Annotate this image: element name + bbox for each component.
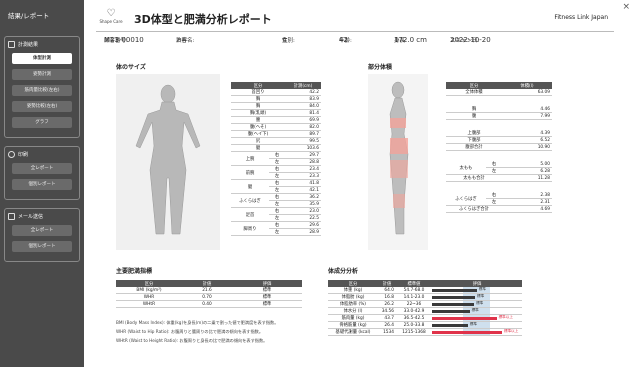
table-row: 腿右 41.8 <box>231 179 321 194</box>
body-front-figure <box>116 74 220 250</box>
eval-bar: 標準以上 <box>432 314 522 322</box>
table-row: 全体体積 63.09 <box>446 89 552 96</box>
eval-bar-fill <box>432 330 503 334</box>
eval-label: 標準以上 <box>504 329 519 333</box>
eval-label: 標準以上 <box>498 315 513 319</box>
table-row: ふくらはぎ合計 4.69 <box>446 205 552 213</box>
printer-icon <box>8 151 15 158</box>
body-side-figure <box>368 74 428 250</box>
close-button[interactable]: × <box>622 2 630 12</box>
table-row: 胸 84.0 <box>231 102 321 110</box>
eval-label: 標準 <box>478 287 486 291</box>
composition-table: 区分 計値 標準値 評価 体重 (kg) 64.0 54.7-68.0 標準 体脂肪 (kg… <box>328 280 522 336</box>
sidebar-section-results: 計測結果 体型計測 姿勢計測 筋肉量比較(左右) 姿勢比較(左右) グラフ <box>4 36 80 138</box>
eval-bar-fill <box>432 302 475 306</box>
table-row: 腹(へそ) 82.0 <box>231 123 321 131</box>
table-row: 胸(乳頭) 81.4 <box>231 109 321 117</box>
report-header: ♡ Shape Care 3D体型と肥満分析レポート Fitness Link J… <box>96 8 614 32</box>
table-row: 腹(ヘイ下) 89.7 <box>231 130 321 138</box>
table-row: 腹部合計 10.90 <box>446 143 552 151</box>
obesity-heading: 主要肥満指標 <box>116 268 153 275</box>
eval-bar: 標準 <box>432 300 522 308</box>
table-row: 脚周り右 29.6 <box>231 221 321 236</box>
customer-name: 渋谷 <box>176 38 188 44</box>
sidebar: 結果/レポート 計測結果 体型計測 姿勢計測 筋肉量比較(左右) 姿勢比較(左右… <box>0 0 84 367</box>
body-size-table: 区分 計測(cm) 首回り 42.2 胸 83.9 胸 84.0 胸(乳頭) 81.4 腰… <box>231 82 321 236</box>
brand-name: Fitness Link Japan <box>554 14 608 21</box>
sidebar-section-label: 計測結果 <box>18 42 39 48</box>
graph-button[interactable]: グラフ <box>12 117 72 128</box>
table-row: 太もも合計 11.28 <box>446 174 552 182</box>
table-row: WHtR 0.40 標準 <box>116 300 302 308</box>
eval-bar-fill <box>432 309 470 313</box>
customer-sex: 女 <box>282 38 288 44</box>
report-title: 3D体型と肥満分析レポート <box>134 13 272 26</box>
eval-label: 標準 <box>469 322 477 326</box>
print-single-button[interactable]: 個別レポート <box>12 179 72 190</box>
print-all-button[interactable]: 全レポート <box>12 163 72 174</box>
eval-bar: 標準以上 <box>432 328 522 336</box>
table-row: 前腕右 23.4 <box>231 165 321 180</box>
sidebar-section-label: メール送信 <box>18 214 44 220</box>
mail-icon <box>8 213 15 220</box>
table-row: 骨格筋量 (kg) 26.4 25.0-33.8 標準 <box>328 321 522 329</box>
body-measure-button[interactable]: 体型計測 <box>12 53 72 64</box>
obesity-notes: BMI (Body Mass Index): 体重(kg)を身長(m)の二乗で割… <box>116 320 279 343</box>
table-row: 体脂肪率 (%) 26.2 22~36 標準 <box>328 300 522 308</box>
eval-bar: 標準 <box>432 307 522 315</box>
sidebar-section-mail: メール送信 全レポート 個別レポート <box>4 208 80 262</box>
shape-care-logo: ♡ Shape Care <box>99 8 123 24</box>
eval-label: 標準 <box>477 294 485 298</box>
table-row: 基礎代謝量 (kcal) 1534 1215-1368 標準以上 <box>328 328 522 336</box>
sidebar-title: 結果/レポート <box>8 12 50 20</box>
eval-label: 標準 <box>476 301 484 305</box>
customer-info: 顧客番号: M23-00010 お客名: 渋谷 性別: 女 年齢: 42 身長:… <box>104 36 491 44</box>
table-row: 尻 99.5 <box>231 137 321 145</box>
sidebar-section-print: 印刷 全レポート 個別レポート <box>4 146 80 200</box>
partial-volume-table: 区分 体積(l) 全体体積 63.09 胸 4.46 腹 7.99 上腹部 4.39 下腹… <box>446 82 552 213</box>
table-row: 胸 83.9 <box>231 95 321 103</box>
table-row: 体水分 (l) 34.56 33.0-42.9 標準 <box>328 307 522 315</box>
body-size-heading: 体のサイズ <box>116 64 146 71</box>
eval-bar: 標準 <box>432 321 522 329</box>
report-area: × ♡ Shape Care 3D体型と肥満分析レポート Fitness Link… <box>88 0 634 367</box>
eval-bar-fill <box>432 316 497 320</box>
chart-icon <box>8 41 15 48</box>
table-row: 下腹部 6.52 <box>446 136 552 144</box>
table-row: 腹 7.99 <box>446 112 552 120</box>
posture-compare-button[interactable]: 姿勢比較(左右) <box>12 101 72 112</box>
mail-single-button[interactable]: 個別レポート <box>12 241 72 252</box>
posture-measure-button[interactable]: 姿勢計測 <box>12 69 72 80</box>
table-row: 腿 103.6 <box>231 144 321 152</box>
composition-heading: 体成分分析 <box>328 268 359 275</box>
table-row: 体脂肪 (kg) 16.8 14.1-23.0 標準 <box>328 293 522 301</box>
sidebar-section-label: 印刷 <box>18 152 29 158</box>
table-row: 腰 69.9 <box>231 116 321 124</box>
eval-bar: 標準 <box>432 293 522 301</box>
table-row: WHR 0.70 標準 <box>116 293 302 301</box>
mail-all-button[interactable]: 全レポート <box>12 225 72 236</box>
eval-bar-fill <box>432 323 468 327</box>
obesity-table: 区分 計値 評価 BMI (kg/m²) 21.6 標準 WHR 0.70 標準 WHtR 0… <box>116 280 302 308</box>
eval-bar-fill <box>432 295 476 299</box>
muscle-compare-button[interactable]: 筋肉量比較(左右) <box>12 85 72 96</box>
table-row: 足首右 23.0 <box>231 207 321 222</box>
partial-volume-heading: 部分体積 <box>368 64 393 71</box>
eval-bar-fill <box>432 288 477 292</box>
table-row: ふくらはぎ右 36.2 <box>231 193 321 208</box>
table-row: 筋肉量 (kg) 43.7 36.5-42.5 標準以上 <box>328 314 522 322</box>
eval-label: 標準 <box>471 308 479 312</box>
